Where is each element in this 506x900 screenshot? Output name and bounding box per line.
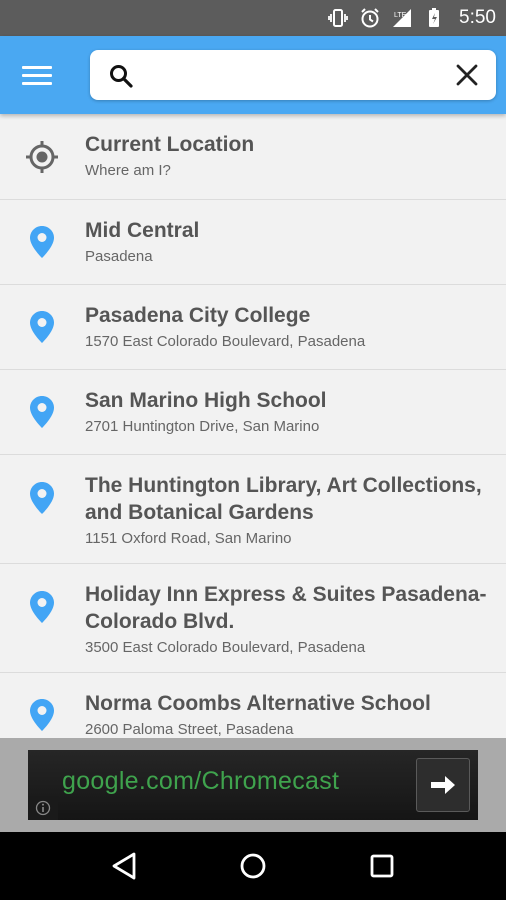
status-bar: LTE 5:50 <box>0 0 506 36</box>
close-icon[interactable] <box>454 62 480 88</box>
alarm-icon <box>359 7 381 29</box>
svg-text:LTE: LTE <box>394 12 407 19</box>
info-icon <box>35 800 51 816</box>
result-title: Current Location <box>85 133 255 156</box>
toolbar <box>0 36 506 114</box>
list-item[interactable]: San Marino High School 2701 Huntington D… <box>0 370 506 455</box>
arrow-right-icon <box>431 776 455 794</box>
list-item[interactable]: Norma Coombs Alternative School 2600 Pal… <box>0 673 506 738</box>
search-box <box>90 50 496 100</box>
list-item[interactable]: The Huntington Library, Art Collections,… <box>0 455 506 564</box>
recents-icon <box>370 854 394 878</box>
battery-icon <box>423 7 445 29</box>
home-icon <box>240 853 266 879</box>
search-input[interactable] <box>146 58 436 92</box>
result-subtitle: 3500 East Colorado Boulevard, Pasadena <box>85 639 366 656</box>
result-subtitle: 1570 East Colorado Boulevard, Pasadena <box>85 333 366 350</box>
result-subtitle: 2600 Paloma Street, Pasadena <box>85 721 294 738</box>
result-subtitle: Where am I? <box>85 162 171 179</box>
home-button[interactable] <box>233 846 273 886</box>
current-location-icon <box>26 141 58 173</box>
result-subtitle: 1151 Oxford Road, San Marino <box>85 530 292 547</box>
list-item[interactable]: Mid Central Pasadena <box>0 200 506 285</box>
result-title: Norma Coombs Alternative School <box>85 692 431 715</box>
vibrate-icon <box>327 7 349 29</box>
back-button[interactable] <box>104 846 144 886</box>
hamburger-menu-icon <box>22 65 52 69</box>
place-pin-icon <box>30 482 54 514</box>
results-list: Current Location Where am I? Mid Central… <box>0 114 506 738</box>
result-title: Holiday Inn Express & Suites Pasadena-Co… <box>85 583 487 633</box>
place-pin-icon <box>30 226 54 258</box>
list-item[interactable]: Holiday Inn Express & Suites Pasadena-Co… <box>0 564 506 673</box>
result-subtitle: 2701 Huntington Drive, San Marino <box>85 418 320 435</box>
recents-button[interactable] <box>362 846 402 886</box>
place-pin-icon <box>30 311 54 343</box>
ad-link[interactable]: google.com/Chromecast <box>28 750 478 820</box>
menu-button[interactable] <box>22 60 56 90</box>
ad-arrow-button[interactable] <box>416 758 470 812</box>
search-icon <box>110 65 133 88</box>
back-icon <box>112 852 136 880</box>
place-pin-icon <box>30 699 54 731</box>
ad-text: google.com/Chromecast <box>62 767 340 795</box>
result-title: Pasadena City College <box>85 304 311 327</box>
list-item[interactable]: Pasadena City College 1570 East Colorado… <box>0 285 506 370</box>
clock: 5:50 <box>459 7 496 28</box>
result-title: The Huntington Library, Art Collections,… <box>85 474 482 524</box>
list-item-current-location[interactable]: Current Location Where am I? <box>0 114 506 200</box>
signal-icon: LTE <box>391 7 413 29</box>
navigation-bar <box>0 832 506 900</box>
place-pin-icon <box>30 591 54 623</box>
result-title: Mid Central <box>85 219 200 242</box>
place-pin-icon <box>30 396 54 428</box>
ad-info-button[interactable] <box>28 796 58 820</box>
ad-banner: google.com/Chromecast <box>0 738 506 832</box>
result-title: San Marino High School <box>85 389 327 412</box>
result-subtitle: Pasadena <box>85 248 153 265</box>
